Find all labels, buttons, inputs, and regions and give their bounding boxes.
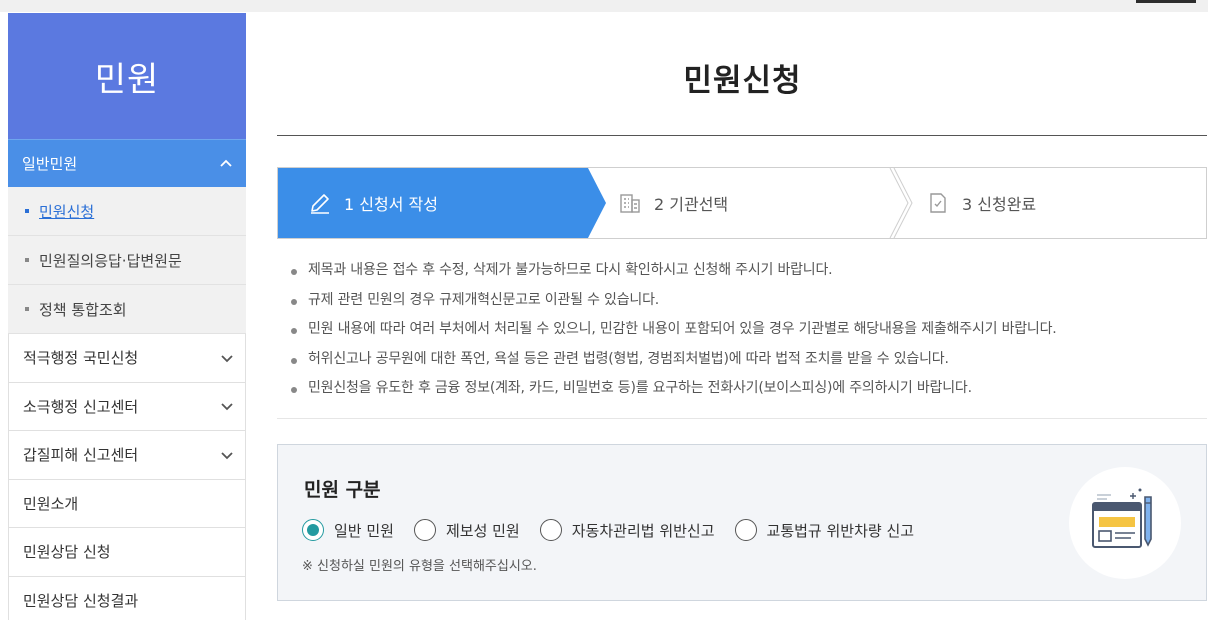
radio-vehicle-law-report[interactable]: 자동차관리법 위반신고 [539,519,715,541]
radio-label: 자동차관리법 위반신고 [571,521,715,540]
notice-item: 민원 내용에 따라 여러 부처에서 처리될 수 있으니, 민감한 내용이 포함되… [277,315,1207,345]
radio-label: 교통법규 위반차량 신고 [766,521,915,540]
document-check-icon [930,193,946,213]
radio-label: 일반 민원 [334,521,394,540]
radio-circle[interactable] [734,519,757,541]
sidebar-header: 민원 [8,13,246,139]
main-content: 민원신청 1 신청서 작성 2 기관선택 3 신청완료 제목과 내용은 접수 후… [277,13,1208,601]
chevron-down-icon [221,403,233,411]
pencil-icon [311,194,329,214]
sidebar-item-consult-apply[interactable]: 민원상담 신청 [8,528,246,577]
step-arrow [588,168,606,238]
sidebar-item-label: 적극행정 국민신청 [23,349,139,368]
sidebar-item-label: 소극행정 신고센터 [23,397,139,416]
sidebar-item-gapjil-report[interactable]: 갑질피해 신고센터 [8,431,246,480]
sidebar-item-consult-result[interactable]: 민원상담 신청결과 [8,576,246,620]
sidebar: 민원 일반민원 민원신청 민원질의응답·답변원문 정책 통합조회 적극행정 국민… [8,13,246,620]
top-tab-marker [1136,0,1196,3]
notice-list: 제목과 내용은 접수 후 수정, 삭제가 불가능하므로 다시 확인하시고 신청해… [277,256,1207,419]
sidebar-submenu: 민원신청 민원질의응답·답변원문 정책 통합조회 [8,187,246,334]
radio-circle[interactable] [413,519,436,541]
sidebar-subitem-label: 민원질의응답·답변원문 [39,251,182,270]
radio-dot [307,524,319,536]
sidebar-item-general-complaint[interactable]: 일반민원 [8,139,246,187]
step-label: 1 신청서 작성 [344,195,438,214]
sidebar-title: 민원 [94,59,160,100]
title-divider [277,135,1207,136]
radio-label: 제보성 민원 [445,521,520,540]
notice-item: 제목과 내용은 접수 후 수정, 삭제가 불가능하므로 다시 확인하시고 신청해… [277,256,1207,286]
step-1: 1 신청서 작성 [278,168,606,238]
sidebar-subitem-label: 정책 통합조회 [39,300,127,319]
sidebar-item-proactive-admin[interactable]: 적극행정 국민신청 [8,334,246,383]
sidebar-item-label: 민원상담 신청 [23,543,111,562]
notice-item: 규제 관련 민원의 경우 규제개혁신문고로 이관될 수 있습니다. [277,286,1207,316]
bullet-icon [25,209,29,213]
radio-circle[interactable] [302,519,324,541]
step-label: 3 신청완료 [962,195,1037,214]
chevron-down-icon [221,452,233,460]
sidebar-subitem-complaint-apply[interactable]: 민원신청 [8,187,246,236]
notice-item: 허위신고나 공무원에 대한 폭언, 욕설 등은 관련 법령(형법, 경범죄처벌법… [277,345,1207,375]
sidebar-item-label: 갑질피해 신고센터 [23,446,139,465]
complaint-type-section: 민원 구분 일반 민원 제보성 민원 자동차관리법 위반신고 교통법규 위반차량… [277,444,1207,601]
step-separator [893,167,913,239]
sidebar-subitem-policy-search[interactable]: 정책 통합조회 [8,285,246,334]
document-pen-illustration [1092,488,1152,548]
sidebar-subitem-qna[interactable]: 민원질의응답·답변원문 [8,236,246,285]
building-icon [620,194,640,213]
sidebar-item-passive-admin[interactable]: 소극행정 신고센터 [8,382,246,431]
page-title: 민원신청 [683,63,802,99]
step-indicator: 1 신청서 작성 2 기관선택 3 신청완료 [277,167,1207,239]
sidebar-item-label: 민원소개 [23,494,79,513]
sidebar-item-label: 민원상담 신청결과 [23,591,139,610]
document-pen-icon [1069,467,1181,579]
radio-tip-complaint[interactable]: 제보성 민원 [413,519,520,541]
browser-top-strip [0,0,1208,12]
step-3: 3 신청완료 [918,168,1208,238]
complaint-type-note: ※ 신청하실 민원의 유형을 선택해주십시오. [302,559,537,574]
complaint-type-title: 민원 구분 [304,479,381,501]
sidebar-subitem-label: 민원신청 [39,202,95,221]
notice-item: 민원신청을 유도한 후 금융 정보(계좌, 카드, 비밀번호 등)를 요구하는 … [277,374,1207,404]
sidebar-item-complaint-intro[interactable]: 민원소개 [8,479,246,528]
step-2: 2 기관선택 [608,168,908,238]
step-label: 2 기관선택 [654,195,729,214]
sidebar-item-label: 일반민원 [22,155,78,173]
chevron-up-icon [220,159,232,167]
complaint-type-radio-group: 일반 민원 제보성 민원 자동차관리법 위반신고 교통법규 위반차량 신고 [302,519,934,541]
radio-circle[interactable] [539,519,562,541]
bullet-icon [25,258,29,262]
bullet-icon [25,307,29,311]
radio-general-complaint[interactable]: 일반 민원 [302,519,394,541]
chevron-down-icon [221,355,233,363]
radio-traffic-violation-report[interactable]: 교통법규 위반차량 신고 [734,519,915,541]
